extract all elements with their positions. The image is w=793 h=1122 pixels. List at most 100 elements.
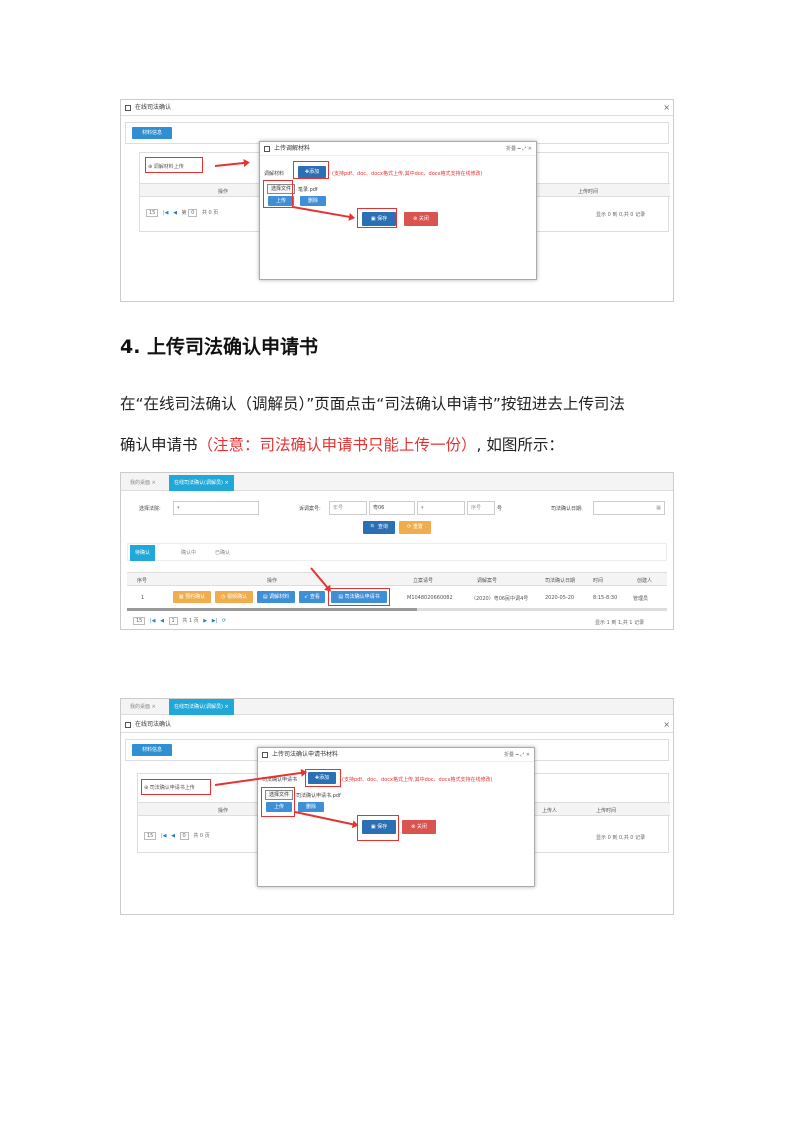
highlight-add [293,161,329,179]
header-date: 司法确认日期 [545,578,576,584]
row-creator: 管理员 [633,596,649,602]
format-hint: (支持pdf、doc、docx格式上传,其中doc、docx格式支持在线修改) [332,171,483,177]
paragraph-line-1: 在“在线司法确认（调解员）”页面点击“司法确认申请书”按钮进去上传司法 [120,395,625,413]
pager-info-2: 显示 0 到 0,共 0 记录 [596,835,646,841]
tab-home-2[interactable]: 我的桌面 × [125,699,161,715]
reset-button[interactable]: ⟳ 重置 [399,521,431,534]
col-op: 操作 [218,189,229,195]
tab-judicial[interactable]: 在线司法确认(调解员) × [169,475,234,491]
list-table-header: 序号 操作 立案请号 调解案号 司法确认日期 时间 创建人 [127,572,667,586]
row-date: 2020-05-20 [545,595,575,601]
status-tabs: 待确认 确认中 已确认 [127,543,667,561]
tab-material-info-2[interactable]: 材料信息 [132,744,172,756]
window-icon-2 [125,722,131,728]
modal-title: 上传调解材料 [274,145,311,152]
mediation-material-button[interactable]: ▤ 调解材料 [257,591,295,603]
delete-button-2[interactable]: 删除 [298,802,324,812]
row-med-no: （2020）粤06民中调4号 [471,596,529,602]
screenshot-list: 我的桌面 × 在线司法确认(调解员) × 选择法院: ▾ 诉调案号: 年号 粤0… [120,472,674,630]
first-page-icon[interactable]: |◀ [150,618,156,624]
tab-pending[interactable]: 待确认 [130,545,156,561]
close-button-2[interactable]: ⊗ 关闭 [402,820,436,834]
modal-controls[interactable]: 折叠 ━ ⤢ ✕ [506,142,532,156]
tab-in-progress[interactable]: 确认中 [176,545,201,561]
window-titlebar: 在线司法确认 × [121,100,673,116]
highlight-add-2 [305,769,341,787]
view-button[interactable]: ➶ 查看 [299,591,325,603]
hao-label: 号 [497,506,503,512]
header-creator: 创建人 [637,578,653,584]
top-tabs: 我的桌面 × 在线司法确认(调解员) × [121,473,673,491]
pager: 15 |◀ ◀ 第 0 共 0 页 [146,209,218,217]
page-input[interactable]: 0 [188,209,198,217]
seq-input[interactable]: 序号 [467,501,495,515]
next-page-icon[interactable]: ▶ [203,618,207,624]
col-time-2: 上传时间 [596,808,617,814]
case-label: 诉调案号: [299,506,321,512]
scrollbar[interactable] [127,608,667,611]
tab-confirmed[interactable]: 已确认 [210,545,235,561]
page-size-select-2[interactable]: 15 [144,832,157,840]
tab-material-info[interactable]: 材料信息 [132,127,172,139]
page-count: 共 0 页 [201,210,219,216]
close-button[interactable]: ⊗ 关闭 [404,212,438,226]
close-icon-2[interactable]: × [663,717,670,733]
para2-end: , 如图所示： [476,436,564,454]
section-heading: 4. 上传司法确认申请书 [120,336,319,358]
list-page-count: 共 1 页 [182,618,199,624]
row-seq: 1 [141,595,145,601]
window-icon [125,105,131,111]
highlight-upload-label-2 [141,779,211,795]
page-size-select[interactable]: 15 [146,209,159,217]
modal-icon [264,146,270,152]
para2-start: 确认申请书 [120,436,198,454]
file-name: 笔录.pdf [298,187,318,193]
close-icon[interactable]: × [663,100,670,116]
modal-title-2: 上传司法确认申请书材料 [272,751,339,758]
page-input-2[interactable]: 0 [179,832,189,840]
court-label: 选择法院: [139,506,161,512]
prev-page-icon[interactable]: ◀ [160,618,164,624]
col-uploader: 上传人 [542,808,558,814]
window-titlebar-2: 在线司法确认 × [121,717,673,733]
list-page-input[interactable]: 1 [168,617,178,625]
screenshot-upload-application: 我的桌面 × 在线司法确认(调解员) × 在线司法确认 × 材料信息 ⊕ 司法确… [120,698,674,915]
tab-home[interactable]: 我的桌面 × [125,475,161,491]
modal-controls-2[interactable]: 折叠 ━ ⤢ ✕ [504,748,530,762]
prev-page-icon-2[interactable]: ◀ [171,833,175,839]
first-page-icon[interactable]: |◀ [163,210,169,216]
video-confirm-button[interactable]: ◷ 视频确认 [215,591,253,603]
court-select[interactable]: ▾ [173,501,259,515]
prev-page-icon[interactable]: ◀ [173,210,177,216]
modal-titlebar: 上传调解材料 折叠 ━ ⤢ ✕ [260,142,536,156]
file-name-2: 司法确认申请书.pdf [296,793,341,799]
list-page-size[interactable]: 15 [133,617,146,625]
col-time: 上传时间 [578,189,599,195]
col-op-2: 操作 [218,808,229,814]
last-page-icon[interactable]: ▶| [212,618,218,624]
appointment-button[interactable]: ▦ 预约确认 [173,591,211,603]
modal-titlebar-2: 上传司法确认申请书材料 折叠 ━ ⤢ ✕ [258,748,534,762]
highlight-save-2 [357,815,399,841]
first-page-icon-2[interactable]: |◀ [161,833,167,839]
year-input[interactable]: 年号 [329,501,367,515]
highlight-upload-label [145,157,203,173]
page-prefix: 第 [181,210,187,216]
header-case: 立案请号 [413,578,434,584]
page-count-2: 共 0 页 [193,833,210,839]
highlight-file [263,180,293,208]
pager-2: 15 |◀ ◀ 0 共 0 页 [144,832,210,840]
header-seq: 序号 [137,578,148,584]
tab-judicial-2[interactable]: 在线司法确认(调解员) × [169,699,234,715]
delete-button[interactable]: 删除 [300,196,326,206]
refresh-icon[interactable]: ⟳ [222,618,226,624]
row-time: 8:15-8:30 [593,595,618,601]
highlight-file-2 [261,787,295,817]
para2-note: （注意：司法确认申请书只能上传一份） [197,436,477,454]
window-title: 在线司法确认 [135,104,172,111]
date-input[interactable]: ▦ [593,501,665,515]
extra-select[interactable]: ▾ [417,501,465,515]
type-select[interactable]: 粤06 [369,501,415,515]
list-pager-info: 显示 1 到 1,共 1 记录 [595,620,645,626]
query-button[interactable]: 🔍 查询 [363,521,395,534]
